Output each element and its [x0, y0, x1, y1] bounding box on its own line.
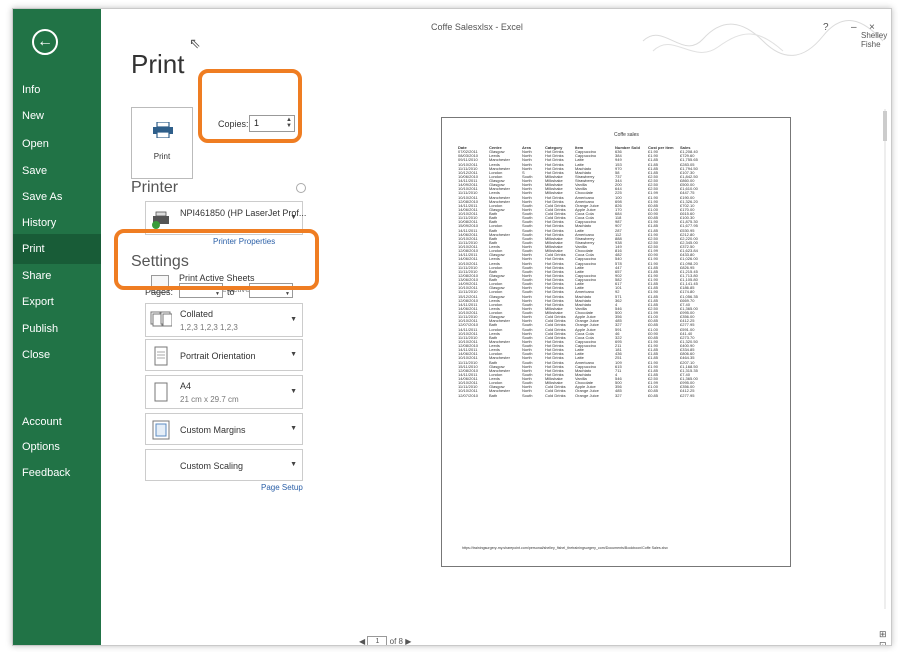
- paper-icon: [154, 382, 168, 402]
- paper-size-dropdown[interactable]: A4 21 cm x 29.7 cm ▼: [145, 375, 303, 409]
- next-page-icon[interactable]: ▶: [405, 637, 411, 645]
- collated-title: Collated: [180, 309, 214, 319]
- cell-2: South: [522, 392, 533, 398]
- print-button-label: Print: [153, 152, 171, 161]
- minimize-icon[interactable]: –: [851, 22, 857, 33]
- chevron-down-icon: ▼: [290, 388, 297, 395]
- chevron-down-icon: ▼: [290, 351, 297, 358]
- settings-highlight: [114, 229, 319, 290]
- printer-status-icon: [152, 211, 169, 229]
- nav-print[interactable]: Print: [13, 234, 101, 264]
- paper-title: A4: [180, 381, 192, 391]
- info-icon[interactable]: [296, 183, 306, 193]
- page-number-input[interactable]: 1: [367, 636, 388, 645]
- nav-close[interactable]: Close: [13, 340, 101, 370]
- sheet-title: Coffe sales: [614, 132, 639, 138]
- nav-open[interactable]: Open: [13, 129, 101, 159]
- page-setup-link[interactable]: Page Setup: [261, 483, 303, 492]
- previous-page-icon[interactable]: ◀: [359, 637, 365, 645]
- portrait-page-icon: [154, 346, 168, 366]
- print-button[interactable]: Print: [131, 107, 193, 179]
- nav-export[interactable]: Export: [13, 287, 101, 317]
- collated-sub: 1,2,3 1,2,3 1,2,3: [180, 323, 238, 332]
- user-name[interactable]: Shelley Fishe: [861, 31, 891, 49]
- collated-dropdown[interactable]: Collated 1,2,3 1,2,3 1,2,3 ▼: [145, 303, 303, 337]
- page-navigator: ◀ 1 of 8 ▶: [359, 636, 411, 646]
- margins-icon: [152, 420, 170, 440]
- collated-icon: [150, 311, 172, 327]
- printer-icon: [153, 122, 173, 138]
- orientation-dropdown[interactable]: Portrait Orientation ▼: [145, 339, 303, 371]
- mouse-cursor-icon: ⇖: [189, 35, 201, 51]
- margins-label: Custom Margins: [180, 425, 246, 435]
- title-bar-decoration: [642, 20, 884, 56]
- sales-table: Date Centre Area Category Item Number Sold Cos…: [458, 145, 780, 398]
- nav-feedback[interactable]: Feedback: [13, 458, 101, 488]
- cell-3: Cold Drinks: [545, 392, 566, 398]
- printer-heading: Printer: [131, 179, 179, 196]
- cell-1: Bath: [489, 392, 498, 398]
- print-preview-page: Coffe sales Date Centre Area Category Item Nu…: [441, 117, 791, 567]
- chevron-down-icon: ▼: [290, 425, 297, 432]
- back-arrow-icon[interactable]: ←: [32, 29, 58, 55]
- printer-name: NPI461850 (HP LaserJet Prof...: [180, 208, 307, 218]
- preview-scrollbar[interactable]: [881, 109, 889, 609]
- chevron-down-icon: ▼: [290, 461, 297, 468]
- orientation-label: Portrait Orientation: [180, 351, 256, 361]
- footer-path: https://trainingsurgery-my.sharepoint.co…: [462, 546, 668, 550]
- scaling-label: Custom Scaling: [180, 461, 244, 471]
- chevron-down-icon: ▼: [290, 214, 297, 221]
- nav-new[interactable]: New: [13, 101, 101, 131]
- cell-4: Orange Juice: [575, 392, 599, 398]
- excel-window: ← Info New Open Save Save As History Pri…: [12, 8, 892, 646]
- backstage-sidebar: ← Info New Open Save Save As History Pri…: [13, 9, 101, 645]
- cell-0: 12/07/2010: [458, 392, 479, 398]
- page-count: of 8: [389, 637, 403, 646]
- margins-dropdown[interactable]: Custom Margins ▼: [145, 413, 303, 445]
- scaling-dropdown[interactable]: Custom Scaling ▼: [145, 449, 303, 481]
- show-margins-icon[interactable]: ⊞: [879, 629, 887, 639]
- chevron-down-icon: ▼: [290, 316, 297, 323]
- table-row: 12/07/2010 Bath South Cold Drinks Orange Jui…: [458, 392, 780, 398]
- cell-7: £277.95: [680, 392, 695, 398]
- zoom-controls: ⊞ ⊡: [879, 629, 891, 645]
- page-title: Print: [131, 49, 185, 79]
- cell-6: £0.85: [648, 392, 659, 398]
- paper-sub: 21 cm x 29.7 cm: [180, 395, 239, 404]
- help-button[interactable]: ?: [823, 22, 829, 33]
- zoom-to-page-icon[interactable]: ⊡: [879, 640, 887, 645]
- copies-highlight: [198, 69, 302, 143]
- window-title: Coffe Salesxlsx - Excel: [431, 22, 523, 32]
- cell-5: 327: [615, 392, 622, 398]
